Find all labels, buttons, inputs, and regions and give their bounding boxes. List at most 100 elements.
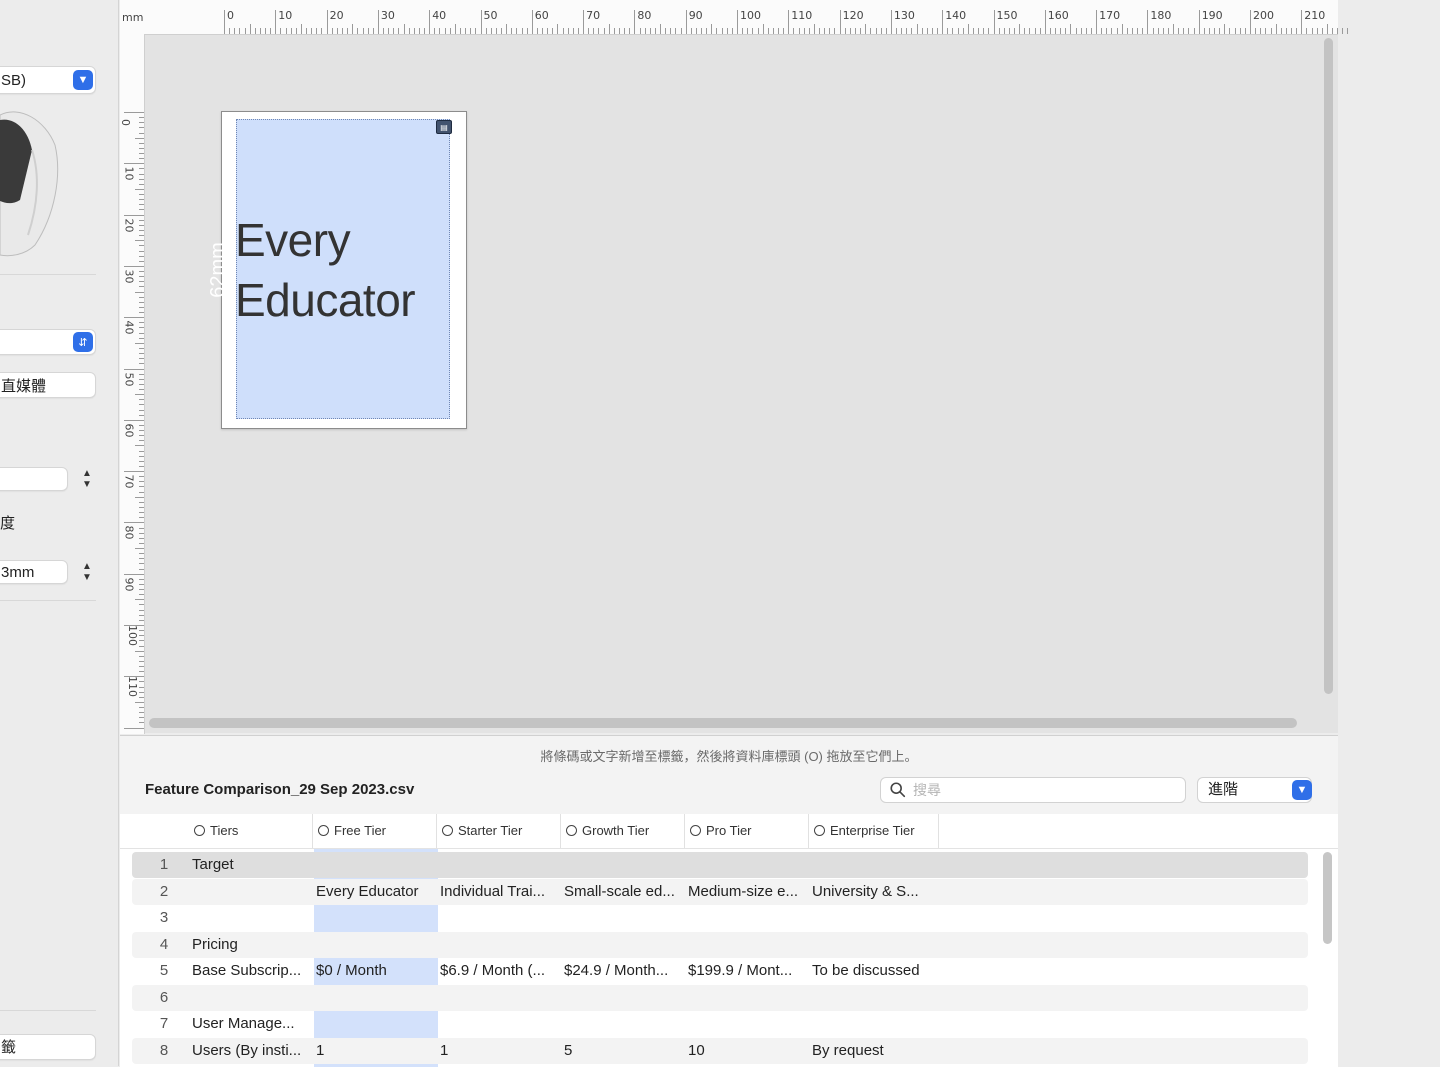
ruler-tick (139, 542, 144, 544)
ruler-tick (547, 28, 549, 34)
column-header-tiers[interactable]: Tiers (189, 814, 313, 848)
column-header-enterprise-tier[interactable]: Enterprise Tier (809, 814, 939, 848)
table-cell[interactable]: By request (812, 1038, 972, 1064)
table-cell[interactable]: Medium-size e... (688, 879, 808, 905)
ruler-tick (531, 10, 533, 34)
table-cell[interactable]: Base Subscrip... (192, 958, 312, 984)
column-header-free-tier[interactable]: Free Tier (313, 814, 437, 848)
ruler-tick (139, 255, 144, 257)
advanced-label: 進階 (1208, 781, 1239, 798)
column-header-pro-tier[interactable]: Pro Tier (685, 814, 809, 848)
table-row[interactable]: 7 User Manage... (132, 1011, 1308, 1037)
table-cell[interactable]: Every Educator (316, 879, 436, 905)
label-text[interactable]: Every Educator (235, 210, 465, 330)
ruler-tick (593, 28, 595, 34)
table-cell[interactable]: Users (By insti... (192, 1038, 312, 1064)
ruler-tick (1301, 10, 1303, 34)
ruler-tick (470, 28, 472, 34)
ruler-tick (521, 28, 523, 34)
ruler-tick (139, 476, 144, 478)
ruler-tick (139, 440, 144, 442)
ruler-tick (1291, 28, 1293, 34)
ruler-tick (139, 147, 144, 149)
ruler-tick (942, 10, 944, 34)
table-row[interactable]: 6 (132, 984, 1308, 1011)
table-row[interactable]: 4 Pricing (132, 931, 1308, 958)
ruler-tick (139, 465, 144, 467)
chevron-down-icon[interactable]: ▼ (73, 70, 93, 90)
table-cell[interactable]: Small-scale ed... (564, 879, 684, 905)
ruler-tick (139, 132, 144, 134)
search-input[interactable] (911, 780, 1175, 802)
table-row[interactable]: 5 Base Subscrip... $0 / Month $6.9 / Month … (132, 958, 1308, 984)
table-cell[interactable]: Individual Trai... (440, 879, 560, 905)
ruler-tick (139, 589, 144, 591)
media-type-field[interactable]: 直媒體 (0, 372, 96, 398)
ruler-tick (239, 28, 241, 34)
field-marker-icon (690, 825, 701, 836)
bottom-field[interactable]: 籤 (0, 1034, 96, 1060)
table-cell[interactable]: To be discussed (812, 958, 972, 984)
table-cell[interactable]: $0 / Month (316, 958, 436, 984)
up-down-chevron-icon[interactable]: ⇵ (73, 332, 93, 352)
row-number: 5 (159, 962, 169, 979)
table-cell[interactable]: User Manage... (192, 1011, 312, 1037)
ruler-tick (135, 137, 144, 139)
ruler-tick (139, 681, 144, 683)
chevron-down-icon[interactable]: ▼ (1292, 780, 1312, 800)
ruler-tick (270, 28, 272, 34)
table-row[interactable]: 8 Users (By insti... 1 1 5 10 By request (132, 1037, 1308, 1064)
table-row[interactable]: 2 Every Educator Individual Trai... Small-s… (132, 878, 1308, 905)
ruler-label: 60 (534, 9, 549, 22)
column-header-label: Tiers (210, 823, 239, 838)
ruler-tick (139, 532, 144, 534)
table-vertical-scrollbar[interactable] (1323, 852, 1332, 944)
canvas-vertical-scrollbar[interactable] (1324, 38, 1333, 694)
column-header-starter-tier[interactable]: Starter Tier (437, 814, 561, 848)
column-header-growth-tier[interactable]: Growth Tier (561, 814, 685, 848)
table-cell[interactable]: $199.9 / Mont... (688, 958, 808, 984)
table-cell[interactable]: Pricing (192, 932, 312, 958)
table-cell[interactable]: 10 (688, 1038, 808, 1064)
table-cell[interactable]: 5 (564, 1038, 684, 1064)
bottom-field-label: 籤 (1, 1039, 17, 1056)
ruler-tick (139, 122, 144, 124)
length-field[interactable]: 3mm (0, 560, 68, 584)
ruler-tick (978, 28, 980, 34)
ruler-tick (139, 450, 144, 452)
ruler-tick (249, 24, 251, 34)
ruler-tick (135, 240, 144, 242)
table-cell[interactable]: $24.9 / Month... (564, 958, 684, 984)
table-cell[interactable]: 1 (440, 1038, 560, 1064)
ruler-tick (998, 28, 1000, 34)
ruler-tick (490, 28, 492, 34)
width-field[interactable] (0, 467, 68, 491)
row-number: 6 (159, 988, 169, 1006)
table-cell[interactable]: 1 (316, 1038, 436, 1064)
table-row[interactable]: 1 Target (132, 852, 1308, 878)
length-stepper[interactable]: ▲ ▼ (79, 558, 95, 586)
ruler-tick (244, 28, 246, 34)
search-field[interactable] (880, 777, 1186, 803)
ruler-tick (475, 28, 477, 34)
ruler-tick (762, 24, 764, 34)
ruler-tick (139, 332, 144, 334)
table-cell[interactable]: Target (192, 852, 312, 878)
ruler-tick (139, 691, 144, 693)
ruler-tick (875, 28, 877, 34)
ruler-tick (921, 28, 923, 34)
width-stepper[interactable]: ▲ ▼ (79, 465, 95, 493)
ruler-tick (139, 568, 144, 570)
table-row[interactable]: 3 (132, 905, 1308, 931)
ruler-tick (135, 445, 144, 447)
ruler-tick (1065, 28, 1067, 34)
ruler-tick (1075, 28, 1077, 34)
ruler-tick (1173, 24, 1175, 34)
ruler-tick (752, 28, 754, 34)
canvas-horizontal-scrollbar[interactable] (149, 718, 1297, 728)
ruler-tick (1326, 24, 1328, 34)
ruler-tick (577, 28, 579, 34)
ruler-tick (716, 28, 718, 34)
table-cell[interactable]: $6.9 / Month (... (440, 958, 560, 984)
table-cell[interactable]: University & S... (812, 879, 972, 905)
